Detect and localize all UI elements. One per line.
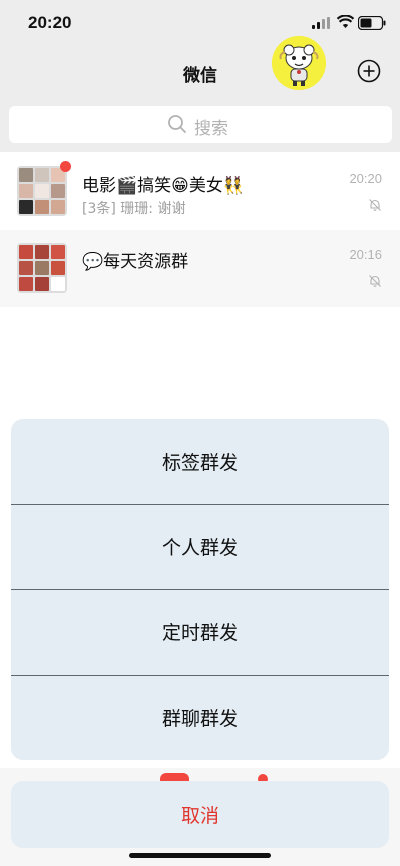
action-sheet: 标签群发 个人群发 定时群发 群聊群发 [11, 419, 389, 760]
action-item-group-broadcast[interactable]: 群聊群发 [11, 675, 389, 760]
add-icon[interactable] [357, 59, 381, 83]
action-item-tag-broadcast[interactable]: 标签群发 [11, 419, 389, 504]
search-icon [168, 115, 186, 133]
chat-preview: [3条] 珊珊: 谢谢 [82, 201, 186, 217]
mute-bell-icon [369, 275, 381, 287]
search-placeholder: 搜索 [194, 119, 228, 139]
action-item-scheduled-broadcast[interactable]: 定时群发 [11, 589, 389, 674]
chat-name: 💬每天资源群 [82, 252, 189, 272]
sheep-avatar-icon [272, 36, 326, 90]
chat-time: 20:16 [349, 247, 382, 262]
signal-icon [312, 17, 330, 29]
chat-name: 电影🎬搞笑😁美女👯 [82, 176, 245, 196]
unread-dot [60, 161, 71, 172]
action-item-personal-broadcast[interactable]: 个人群发 [11, 504, 389, 589]
avatar[interactable] [272, 36, 326, 90]
wifi-icon [337, 15, 354, 28]
battery-icon [358, 16, 386, 30]
group-avatar [17, 243, 67, 293]
chat-list-item[interactable]: 💬每天资源群 20:16 [0, 230, 400, 307]
chat-time: 20:20 [349, 171, 382, 186]
mute-bell-icon [369, 199, 381, 211]
group-avatar [17, 166, 67, 216]
chat-list-item[interactable]: 电影🎬搞笑😁美女👯 [3条] 珊珊: 谢谢 20:20 [0, 154, 400, 231]
cancel-button[interactable]: 取消 [11, 781, 389, 848]
home-indicator[interactable] [129, 853, 271, 858]
page-title: 微信 [183, 66, 217, 86]
status-time: 20:20 [28, 13, 72, 32]
